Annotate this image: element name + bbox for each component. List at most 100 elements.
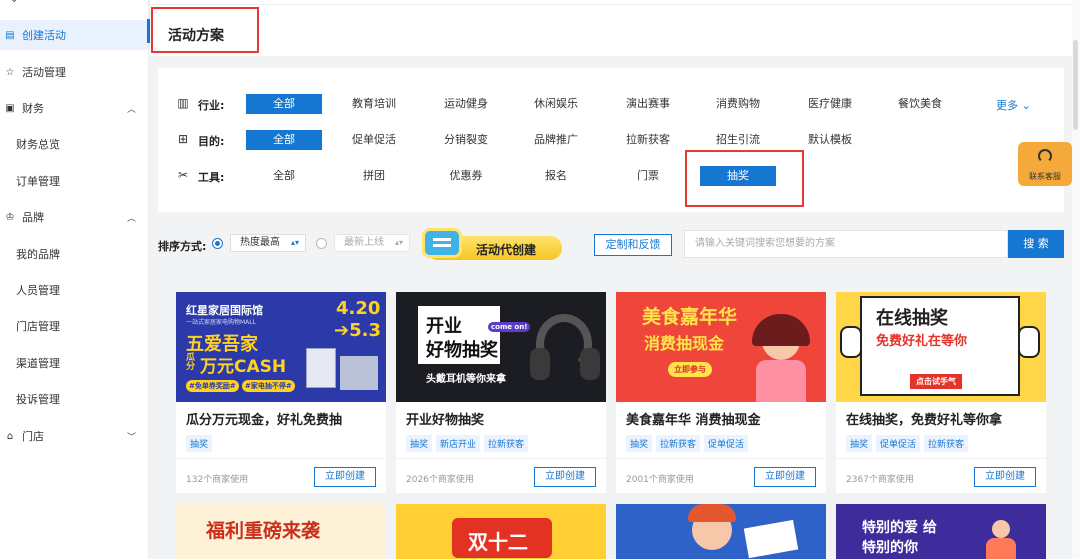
chevron-up-icon: ︿ (126, 213, 136, 224)
banner-headline: 福利重磅来袭 (206, 520, 321, 542)
sidebar-item-order-manage[interactable]: 订单管理 (0, 166, 148, 196)
sidebar-item-channel-manage[interactable]: 渠道管理 (0, 348, 148, 378)
crown-icon: ♔ (5, 211, 15, 223)
template-card[interactable]: 福利重磅来袭 (176, 504, 386, 559)
tools-icon: ✂ (177, 168, 189, 182)
chip-industry[interactable]: 消费购物 (700, 94, 776, 114)
chip-industry[interactable]: 运动健身 (428, 94, 504, 114)
collapse-chevron-icon[interactable]: ⌄ (10, 0, 18, 5)
card-tag: 抽奖 (406, 435, 433, 452)
sidebar-item-label: 门店 (22, 430, 44, 443)
card-tags: 抽奖 (186, 435, 213, 452)
proxy-create-button[interactable]: 活动代创建 (422, 228, 564, 262)
sidebar-item-staff-manage[interactable]: 人员管理 (0, 275, 148, 305)
create-button[interactable]: 立即创建 (754, 467, 816, 487)
customer-service-button[interactable]: 联系客服 (1018, 142, 1072, 186)
chip-industry[interactable]: 休闲娱乐 (518, 94, 594, 114)
radio-hottest[interactable] (212, 238, 223, 249)
sort-hottest-button[interactable]: 热度最高 ▴▾ (230, 234, 306, 252)
search-button[interactable]: 搜 索 (1008, 230, 1064, 258)
chip-tool[interactable]: 优惠券 (428, 166, 504, 186)
card-tag: 促单促活 (876, 435, 921, 452)
card-banner: 在线抽奖 免费好礼在等你 点击试手气 (836, 292, 1046, 402)
sidebar-item-label: 财务 (22, 102, 44, 115)
sidebar-item-label: 我的品牌 (16, 248, 60, 261)
sidebar-item-activity-manage[interactable]: ☆ 活动管理 (0, 57, 148, 87)
template-card[interactable]: 在线抽奖 免费好礼在等你 点击试手气 在线抽奖，免费好礼等你拿 抽奖 促单促活 … (836, 292, 1046, 493)
sidebar-item-finance-overview[interactable]: 财务总览 (0, 129, 148, 159)
banner-sub: 头戴耳机等你来拿 (426, 374, 506, 385)
sidebar-item-label: 投诉管理 (16, 393, 60, 406)
sidebar-item-label: 人员管理 (16, 284, 60, 297)
banner-bubble: come on! (488, 322, 531, 332)
chip-purpose[interactable]: 拉新获客 (610, 130, 686, 150)
banner-headline: 开业 (426, 316, 462, 337)
chip-purpose[interactable]: 促单促活 (336, 130, 412, 150)
sidebar-item-my-brand[interactable]: 我的品牌 (0, 239, 148, 269)
card-title: 在线抽奖，免费好礼等你拿 (846, 413, 1003, 428)
sidebar: ⌄ ▤ 创建活动 ☆ 活动管理 ▣ 财务 ︿ 财务总览 订单管理 ♔ 品牌 ︿ … (0, 0, 148, 559)
chip-tool[interactable]: 拼团 (336, 166, 412, 186)
card-tag: 抽奖 (626, 435, 653, 452)
form-icon (422, 228, 462, 258)
sidebar-item-label: 渠道管理 (16, 357, 60, 370)
chip-purpose[interactable]: 分销裂变 (428, 130, 504, 150)
sidebar-item-complaint-manage[interactable]: 投诉管理 (0, 384, 148, 414)
card-divider (836, 458, 1046, 459)
create-button[interactable]: 立即创建 (534, 467, 596, 487)
sidebar-item-create-activity[interactable]: ▤ 创建活动 (0, 20, 148, 50)
customer-service-label: 联系客服 (1029, 172, 1061, 181)
sidebar-item-store[interactable]: ⌂ 门店 ﹀ (0, 421, 148, 451)
template-card[interactable]: 美食嘉年华 消费抽现金 立即参与 美食嘉年华 消费抽现金 抽奖 拉新获客 促单促… (616, 292, 826, 493)
person-image (756, 360, 806, 402)
chip-tool[interactable]: 门票 (610, 166, 686, 186)
search-input[interactable]: 请输入关键词搜索您想要的方案 (684, 230, 1008, 258)
card-title: 瓜分万元现金，好礼免费抽 (186, 413, 343, 428)
scrollbar-thumb[interactable] (1073, 40, 1078, 130)
chip-industry-all[interactable]: 全部 (246, 94, 322, 114)
chip-purpose[interactable]: 品牌推广 (518, 130, 594, 150)
chip-tool-all[interactable]: 全部 (246, 166, 322, 186)
card-image (743, 519, 799, 559)
banner-headline: 在线抽奖 (876, 308, 948, 329)
create-button[interactable]: 立即创建 (974, 467, 1036, 487)
chevron-down-icon: ﹀ (126, 432, 136, 443)
template-card[interactable]: 红星家居国际馆 一站式家居家电购物MALL 4.20 ➔5.3 五爱吾家 瓜分 … (176, 292, 386, 493)
template-card[interactable]: 开业 好物抽奖 come on! 头戴耳机等你来拿 开业好物抽奖 抽奖 新店开业… (396, 292, 606, 493)
radio-newest[interactable] (316, 238, 327, 249)
page-header: 活动方案 (147, 4, 1072, 54)
template-card[interactable]: 双十二 (396, 504, 606, 559)
more-link[interactable]: 更多 ⌄ (996, 97, 1031, 113)
card-usage: 2001个商家使用 (626, 475, 694, 485)
create-button[interactable]: 立即创建 (314, 467, 376, 487)
chip-tool[interactable]: 报名 (518, 166, 594, 186)
template-card[interactable] (616, 504, 826, 559)
chevron-up-icon: ︿ (126, 104, 136, 115)
chip-industry[interactable]: 教育培训 (336, 94, 412, 114)
chevron-down-icon: ⌄ (1021, 99, 1031, 112)
person-image (752, 314, 810, 346)
banner-pill: #家电抽不停# (242, 380, 295, 392)
card-tags: 抽奖 促单促活 拉新获客 (846, 435, 969, 452)
grid-icon: ⊞ (177, 132, 189, 146)
chip-industry[interactable]: 餐饮美食 (882, 94, 958, 114)
chip-purpose-all[interactable]: 全部 (246, 130, 322, 150)
card-divider (176, 458, 386, 459)
sort-newest-button[interactable]: 最新上线 ▴▾ (334, 234, 410, 252)
sidebar-item-finance[interactable]: ▣ 财务 ︿ (0, 93, 148, 123)
sort-newest-label: 最新上线 (344, 237, 384, 248)
chip-industry[interactable]: 演出赛事 (610, 94, 686, 114)
chip-purpose[interactable]: 默认模板 (792, 130, 868, 150)
store-icon: ⌂ (6, 430, 14, 442)
card-tag: 拉新获客 (484, 435, 529, 452)
sidebar-item-store-manage[interactable]: 门店管理 (0, 311, 148, 341)
template-card[interactable]: 特别的爱 给特别的你 (836, 504, 1046, 559)
headphones-image (530, 348, 550, 380)
filter-row-industry: ▥ 行业: 全部 教育培训 运动健身 休闲娱乐 演出赛事 消费购物 医疗健康 餐… (158, 92, 1064, 116)
card-tag: 拉新获客 (656, 435, 701, 452)
chip-purpose[interactable]: 招生引流 (700, 130, 776, 150)
chip-industry[interactable]: 医疗健康 (792, 94, 868, 114)
custom-feedback-button[interactable]: 定制和反馈 (594, 234, 672, 256)
banner-pill: #免单券奖励# (186, 380, 239, 392)
sidebar-item-brand[interactable]: ♔ 品牌 ︿ (0, 202, 148, 232)
